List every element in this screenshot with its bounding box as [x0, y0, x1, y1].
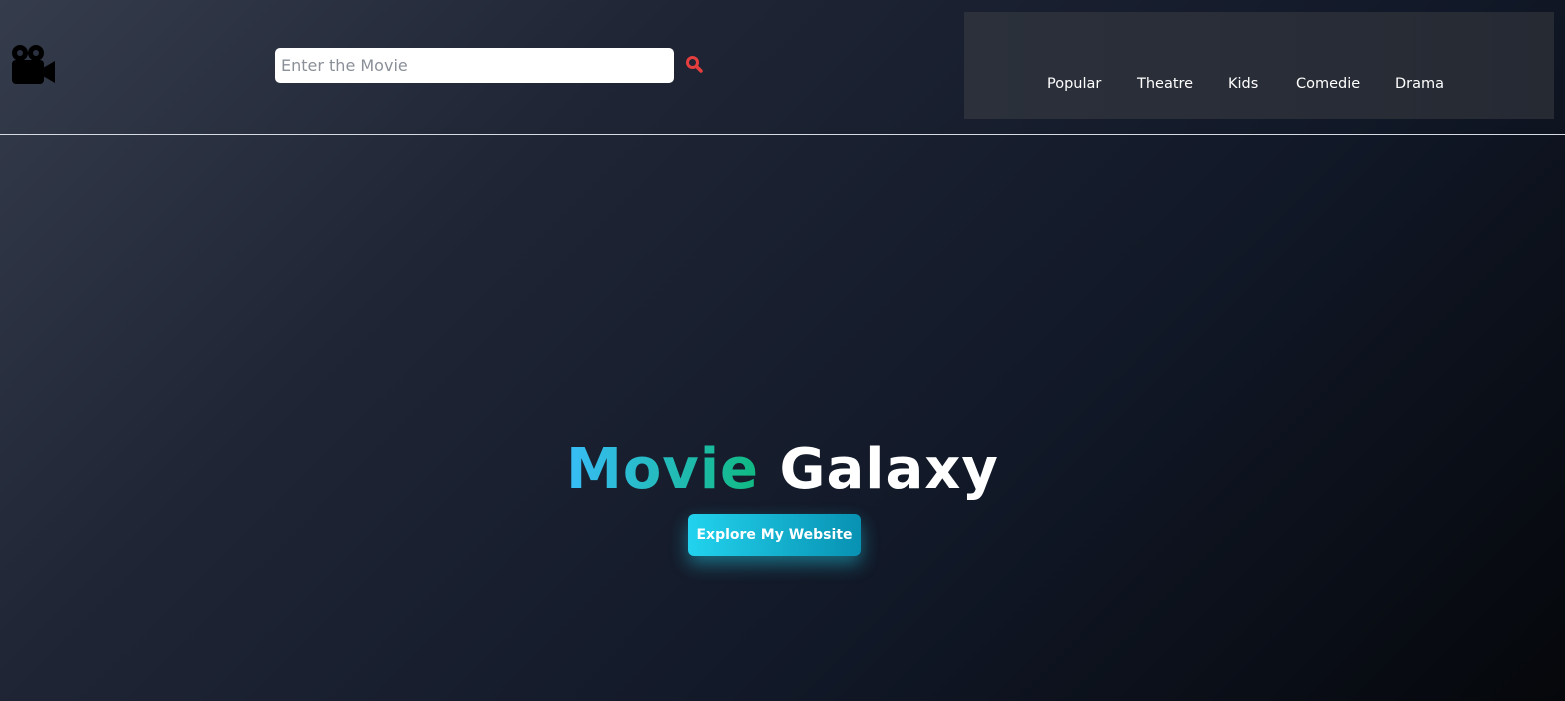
site-header: Popular Theatre Kids Comedie Drama — [0, 0, 1565, 135]
nav-item-theatre[interactable]: Theatre — [1137, 76, 1193, 92]
hero-title-galaxy: Galaxy — [779, 437, 999, 502]
nav-item-popular[interactable]: Popular — [1047, 76, 1101, 92]
nav-item-kids[interactable]: Kids — [1228, 76, 1258, 92]
movie-camera-icon[interactable] — [10, 44, 56, 86]
main-nav: Popular Theatre Kids Comedie Drama — [964, 12, 1554, 119]
nav-item-drama[interactable]: Drama — [1395, 76, 1444, 92]
search-icon[interactable] — [685, 55, 705, 75]
nav-item-comedie[interactable]: Comedie — [1296, 76, 1360, 92]
hero-title: Movie Galaxy — [0, 434, 1565, 506]
explore-website-button[interactable]: Explore My Website — [688, 514, 861, 556]
search-input[interactable] — [275, 48, 674, 83]
hero-title-movie: Movie — [566, 437, 759, 502]
